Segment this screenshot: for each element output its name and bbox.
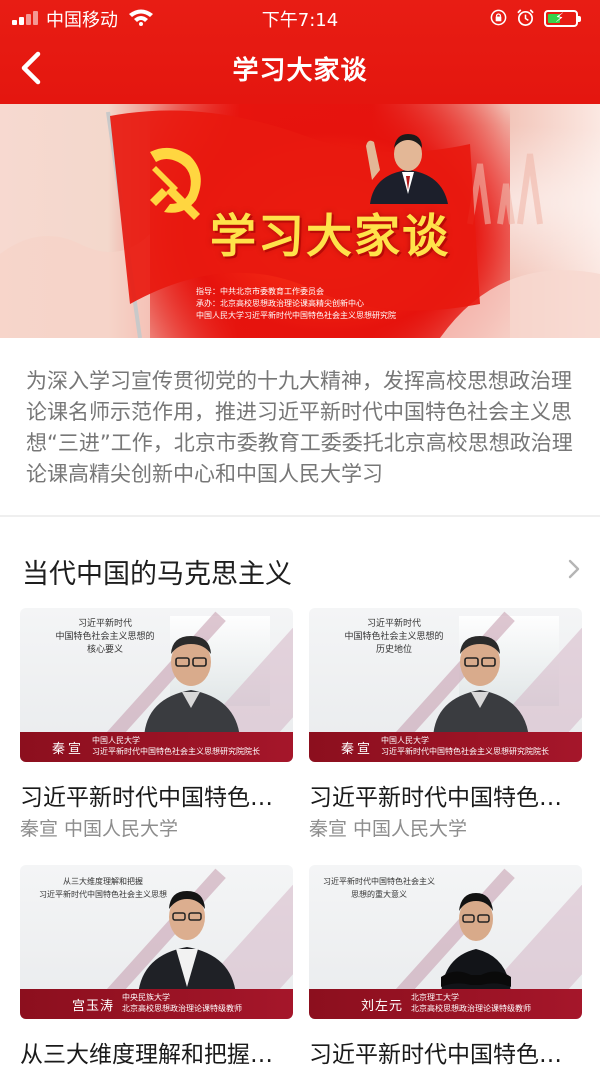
status-bar: 中国移动 下午7:14 ⚡ [0,0,600,34]
credit-line: 承办：北京高校思想政治理论课高精尖创新中心 [196,299,364,308]
video-subtitle: 秦宣 中国人民大学 [309,818,468,840]
speaker-org: 中央民族大学 北京高校思想政治理论课特级教师 [122,993,242,1013]
speaker-name: 秦宣 [341,742,374,757]
video-thumbnail[interactable]: 习近平新时代 中国特色社会主义思想的 核心要义 秦宣 中国人民大学 习近平新时代… [20,608,293,762]
video-card[interactable]: 习近平新时代 中国特色社会主义思想的 核心要义 秦宣 中国人民大学 习近平新时代… [20,608,293,841]
speaker-band: 秦宣 中国人民大学 习近平新时代中国特色社会主义思想研究院院长 [20,732,293,762]
video-thumbnail[interactable]: 从三大维度理解和把握 习近平新时代中国特色社会主义思想 宫玉涛 中央民族大学 北… [20,865,293,1019]
battery-icon: ⚡ [544,10,581,27]
speaker-name: 秦宣 [52,742,85,757]
lecturer-photo [441,893,511,995]
rotation-lock-icon [490,9,507,26]
speaker-band: 宫玉涛 中央民族大学 北京高校思想政治理论课特级教师 [20,989,293,1019]
lecturer-photo [144,636,240,738]
speaker-org: 北京理工大学 北京高校思想政治理论课特级教师 [411,993,531,1013]
video-thumbnail[interactable]: 习近平新时代 中国特色社会主义思想的 历史地位 秦宣 中国人民大学 习近平新时代… [309,608,582,762]
video-subtitle: 秦宣 中国人民大学 [20,818,179,840]
video-title[interactable]: 习近平新时代中国特色社会主义思想的重大意义 [309,1035,582,1067]
video-card[interactable]: 习近平新时代 中国特色社会主义思想的 历史地位 秦宣 中国人民大学 习近平新时代… [309,608,582,841]
video-title[interactable]: 习近平新时代中国特色社会主义思想的历史地位 [309,778,582,812]
hero-banner: 学习大家谈 指导：中共北京市委教育工作委员会 承办：北京高校思想政治理论课高精尖… [0,104,600,338]
speaker-name: 宫玉涛 [72,999,115,1014]
section-header[interactable]: 当代中国的马克思主义 [22,550,582,590]
intro-text: 为深入学习宣传贯彻党的十九大精神，发挥高校思想政治理论课名师示范作用，推进习近平… [26,369,573,486]
lecturer-photo [433,636,529,738]
page-title: 学习大家谈 [232,56,368,86]
speaker-org: 中国人民大学 习近平新时代中国特色社会主义思想研究院院长 [92,736,260,756]
credit-line: 指导：中共北京市委教育工作委员会 [196,287,324,296]
credit-line: 中国人民大学习近平新时代中国特色社会主义思想研究院 [196,311,396,320]
speaker-name: 刘左元 [361,999,404,1014]
app-header: 中国移动 下午7:14 ⚡ 学习大家谈 [0,0,600,104]
video-card[interactable]: 从三大维度理解和把握 习近平新时代中国特色社会主义思想 宫玉涛 中央民族大学 北… [20,865,293,1067]
section-title: 当代中国的马克思主义 [22,559,292,590]
video-card[interactable]: 习近平新时代中国特色社会主义 思想的重大意义 刘左元 北京理工大学 北京高校思想… [309,865,582,1067]
video-thumbnail[interactable]: 习近平新时代中国特色社会主义 思想的重大意义 刘左元 北京理工大学 北京高校思想… [309,865,582,1019]
speaker-photo [366,134,448,204]
alarm-clock-icon [517,9,534,26]
speaker-org: 中国人民大学 习近平新时代中国特色社会主义思想研究院院长 [381,736,549,756]
banner-credits: 指导：中共北京市委教育工作委员会 承办：北京高校思想政治理论课高精尖创新中心 中… [196,286,456,322]
lecturer-photo [138,891,236,995]
speaker-band: 秦宣 中国人民大学 习近平新时代中国特色社会主义思想研究院院长 [309,732,582,762]
divider [0,515,600,517]
banner-title: 学习大家谈 [210,209,450,263]
speaker-band: 刘左元 北京理工大学 北京高校思想政治理论课特级教师 [309,989,582,1019]
chevron-right-icon[interactable] [566,558,582,580]
video-title[interactable]: 习近平新时代中国特色社会主义思想的核心要义 [20,778,293,812]
navigation-bar: 学习大家谈 [0,34,600,104]
video-title[interactable]: 从三大维度理解和把握习近平新时代中国特色社会主义思想 [20,1035,293,1067]
